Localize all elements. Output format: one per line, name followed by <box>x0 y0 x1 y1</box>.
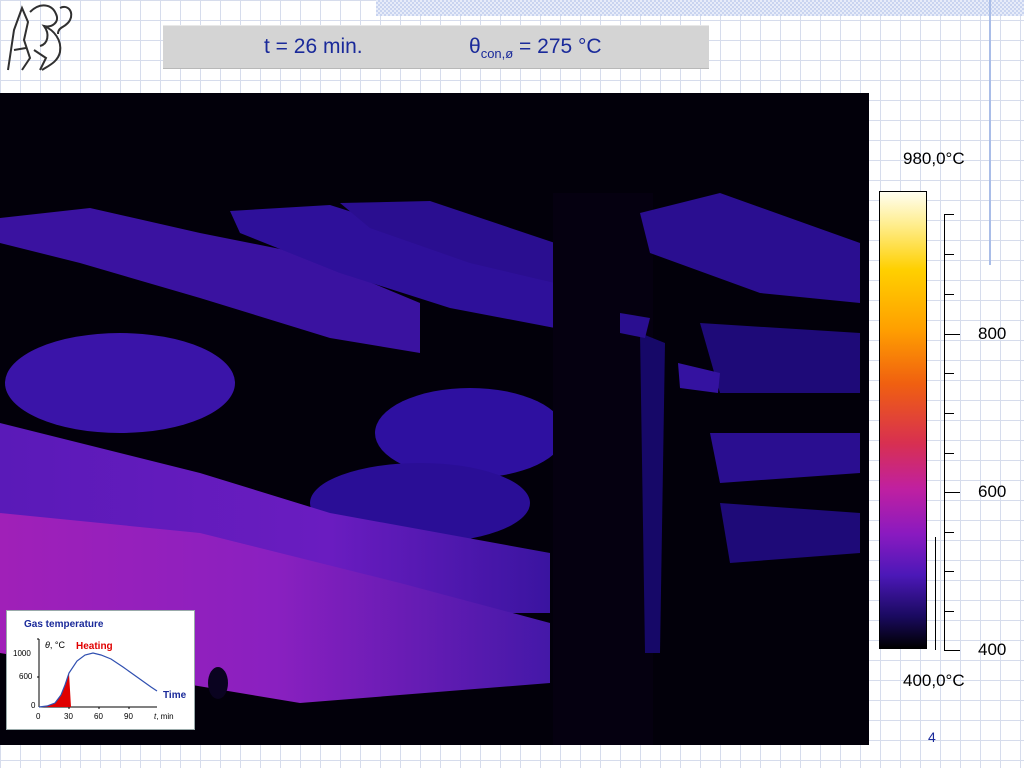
slide-title-bar: t = 26 min. θcon,ø = 275 °C <box>163 25 709 69</box>
inset-x-unit: t, min <box>154 712 174 721</box>
inset-x-tick: 90 <box>124 712 133 721</box>
scale-tick <box>944 650 960 651</box>
scale-tick-label-600: 600 <box>978 482 1007 501</box>
scale-tick <box>944 611 954 612</box>
scale-tick <box>944 532 954 533</box>
scale-tick <box>944 254 954 255</box>
university-lion-logo-icon <box>7 4 73 71</box>
temperature-colorbar <box>879 191 927 649</box>
scale-tick <box>944 334 960 335</box>
time-label: t = 26 min. <box>264 35 363 58</box>
inset-time-label: Time <box>163 690 187 701</box>
connection-temperature-label: θcon,ø = 275 °C <box>469 35 602 62</box>
top-decoration-band <box>376 0 1024 16</box>
scale-bracket-line <box>935 537 936 650</box>
inset-y-tick: 600 <box>19 672 33 681</box>
scale-max-label: 980,0°C <box>903 149 965 168</box>
scale-tick-label-400: 400 <box>978 640 1007 659</box>
scale-tick-label-800: 800 <box>978 324 1007 343</box>
decorative-vertical-line <box>989 0 991 265</box>
inset-x-tick: 30 <box>64 712 73 721</box>
scale-tick <box>944 571 954 572</box>
scale-tick <box>944 294 954 295</box>
inset-x-tick: 60 <box>94 712 103 721</box>
scale-min-label: 400,0°C <box>903 671 965 690</box>
scale-tick-axis <box>944 214 945 650</box>
scale-tick <box>944 413 954 414</box>
inset-y-tick: 0 <box>31 701 36 710</box>
scale-tick <box>944 492 960 493</box>
scale-tick <box>944 373 954 374</box>
inset-y-tick: 1000 <box>13 649 31 658</box>
scale-tick <box>944 214 954 215</box>
scale-tick <box>944 453 954 454</box>
page-number: 4 <box>928 729 936 745</box>
inset-x-tick: 0 <box>36 712 41 721</box>
gas-temperature-inset: Gas temperature θ, °C Heating 1000 600 0… <box>6 610 195 730</box>
